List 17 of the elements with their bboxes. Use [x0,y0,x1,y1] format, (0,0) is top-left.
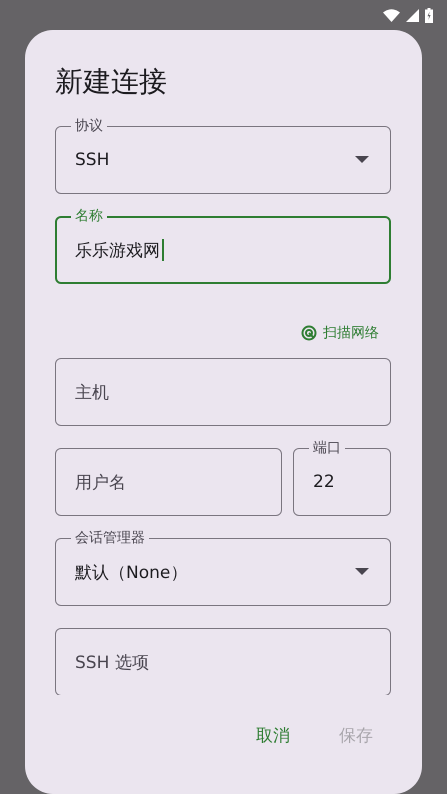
text-cursor [162,239,164,261]
text-field[interactable]: 名称 乐乐游戏网 [55,208,391,284]
text-field[interactable]: 主机 [55,350,391,426]
text-field[interactable]: 用户名 [55,440,282,516]
dropdown-caret-icon[interactable] [355,156,369,163]
dropdown-field[interactable]: 会话管理器 默认（None） [55,530,391,606]
cancel-button[interactable]: 取消 [244,716,302,754]
cell-signal-icon [406,8,419,22]
dropdown-caret-icon[interactable] [355,568,369,575]
scan-network-link[interactable]: 扫描网络 [301,324,391,342]
dropdown-field[interactable]: 协议 SSH [55,118,391,194]
text-field[interactable]: SSH 选项 [55,620,391,695]
battery-charging-icon [425,8,433,22]
radar-icon [301,325,317,341]
dialog-title: 新建连接 [55,64,167,100]
text-field[interactable]: 端口 22 [293,440,391,516]
wifi-icon [383,8,400,22]
